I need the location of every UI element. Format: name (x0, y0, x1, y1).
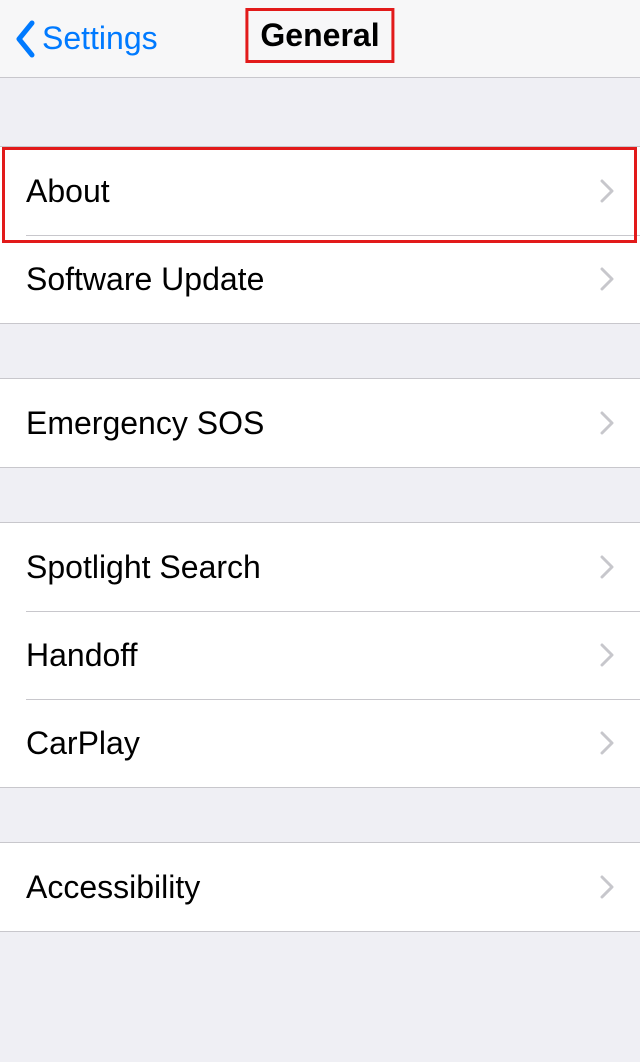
settings-group: Emergency SOS (0, 378, 640, 468)
settings-group: About Software Update (0, 146, 640, 324)
row-label: Spotlight Search (26, 549, 600, 586)
row-spotlight-search[interactable]: Spotlight Search (0, 523, 640, 611)
chevron-left-icon (14, 20, 36, 58)
settings-group: Accessibility (0, 842, 640, 932)
row-about[interactable]: About (0, 147, 640, 235)
row-accessibility[interactable]: Accessibility (0, 843, 640, 931)
back-label: Settings (42, 20, 158, 57)
row-label: Accessibility (26, 869, 600, 906)
chevron-right-icon (600, 179, 614, 203)
chevron-right-icon (600, 267, 614, 291)
row-emergency-sos[interactable]: Emergency SOS (0, 379, 640, 467)
row-label: Emergency SOS (26, 405, 600, 442)
chevron-right-icon (600, 731, 614, 755)
row-label: CarPlay (26, 725, 600, 762)
navbar: Settings General (0, 0, 640, 78)
row-handoff[interactable]: Handoff (0, 611, 640, 699)
back-button[interactable]: Settings (0, 20, 158, 58)
navbar-title: General (260, 17, 379, 53)
row-label: Handoff (26, 637, 600, 674)
row-label: Software Update (26, 261, 600, 298)
row-carplay[interactable]: CarPlay (0, 699, 640, 787)
navbar-title-highlight: General (245, 8, 394, 63)
row-label: About (26, 173, 600, 210)
chevron-right-icon (600, 875, 614, 899)
chevron-right-icon (600, 411, 614, 435)
settings-group: Spotlight Search Handoff CarPlay (0, 522, 640, 788)
chevron-right-icon (600, 555, 614, 579)
chevron-right-icon (600, 643, 614, 667)
row-software-update[interactable]: Software Update (0, 235, 640, 323)
